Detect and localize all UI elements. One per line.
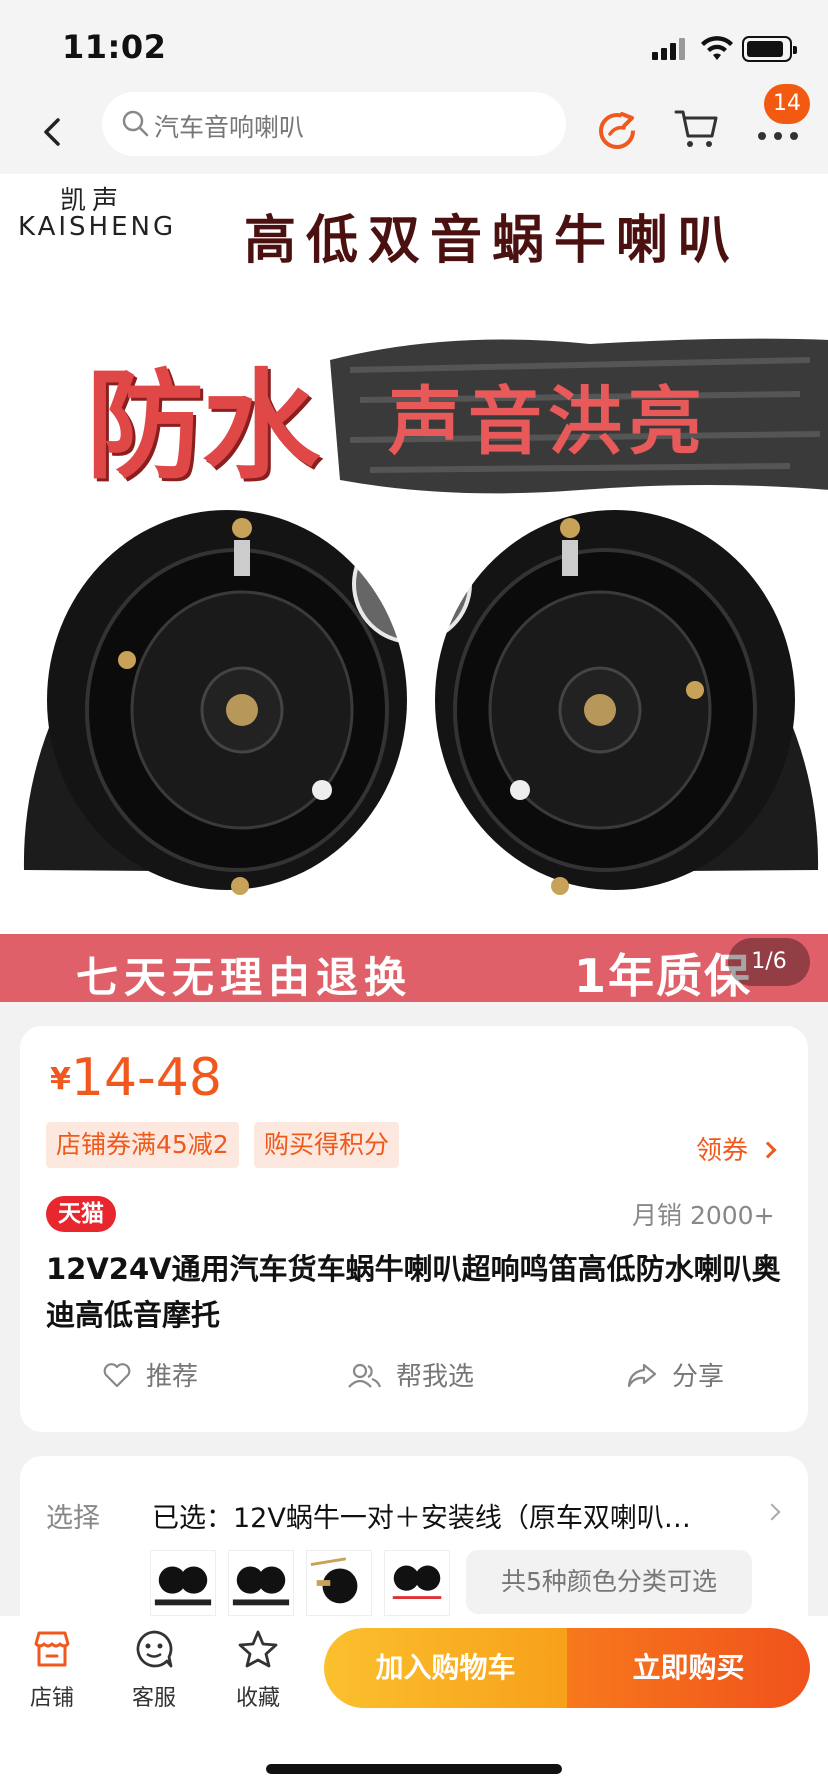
get-coupon-link[interactable]: 领券 [696,1130,777,1167]
guarantee-return: 七天无理由退换 [76,953,413,1002]
monthly-sales: 月销 2000+ [632,1201,775,1230]
chat-face-icon [136,1630,173,1668]
status-time: 11:02 [62,28,167,66]
customer-service-label: 客服 [131,1686,176,1711]
product-info-card: ¥14-48 店铺券满45减2 购买得积分 领券 天猫 月销 2000+ 12V… [20,1026,808,1432]
share-icon [627,1363,657,1387]
wifi-icon [701,36,733,60]
store-button[interactable]: 店铺 [12,1628,92,1712]
spec-thumbnail[interactable] [306,1550,372,1616]
selected-spec: 已选：12V蜗牛一对＋安装线（原车双喇叭… [152,1503,691,1534]
points-tag: 购买得积分 [254,1122,400,1168]
search-placeholder: 汽车音响喇叭 [154,113,305,142]
search-bar[interactable]: 汽车音响喇叭 [102,92,566,156]
people-icon [348,1363,382,1388]
image-counter: 1/6 [728,938,810,986]
top-nav: 汽车音响喇叭 [0,92,828,174]
tmall-badge: 天猫 [46,1196,116,1232]
cellular-signal-icon [652,38,688,60]
store-icon [34,1631,70,1667]
star-icon [238,1630,278,1668]
battery-icon [742,36,797,62]
help-choose-label: 帮我选 [396,1362,475,1392]
price-value: 14-48 [70,1048,222,1108]
home-indicator[interactable] [266,1764,562,1774]
select-label: 选择 [46,1503,100,1534]
hero-title: 高低双音蜗牛喇叭 [244,211,741,271]
spec-thumbnail[interactable] [150,1550,216,1616]
favorite-button[interactable]: 收藏 [218,1628,298,1712]
store-label: 店铺 [29,1686,74,1711]
slogan-waterproof: 防水 [86,357,320,495]
share-loop-icon[interactable] [592,104,642,154]
cart-icon[interactable] [672,104,722,154]
help-choose-button[interactable]: 帮我选 [346,1356,474,1393]
play-video-button[interactable] [352,524,472,644]
spec-thumbnail[interactable] [228,1550,294,1616]
customer-service-button[interactable]: 客服 [114,1628,194,1712]
price: ¥14-48 [50,1048,222,1108]
recommend-button[interactable]: 推荐 [102,1356,198,1393]
status-bar: 11:02 [0,0,828,92]
buy-now-button[interactable]: 立即购买 [567,1628,810,1708]
favorite-label: 收藏 [235,1686,280,1711]
color-options-button[interactable]: 共5种颜色分类可选 [466,1550,752,1614]
brand-logo-en: KAISHENG [18,212,177,242]
slogan-loud: 声音洪亮 [388,379,708,465]
get-coupon-label: 领券 [696,1136,749,1166]
store-coupon-tag: 店铺券满45减2 [46,1122,239,1168]
search-icon [122,110,149,137]
add-to-cart-button[interactable]: 加入购物车 [324,1628,567,1708]
spec-thumbnail[interactable] [384,1550,450,1616]
share-label: 分享 [672,1362,725,1392]
heart-icon [103,1362,131,1387]
chevron-right-icon [759,1141,777,1159]
message-count-badge: 14 [764,84,810,124]
purchase-buttons: 加入购物车 立即购买 [324,1628,810,1708]
product-title: 12V24V通用汽车货车蜗牛喇叭超响鸣笛高低防水喇叭奥迪高低音摩托 [46,1252,781,1332]
currency-symbol: ¥ [50,1062,71,1097]
guarantee-warranty: 1年质保 [574,949,753,1003]
horn-product-right [435,510,819,895]
recommend-label: 推荐 [146,1362,199,1392]
back-icon[interactable] [36,112,72,152]
share-button[interactable]: 分享 [626,1356,724,1393]
